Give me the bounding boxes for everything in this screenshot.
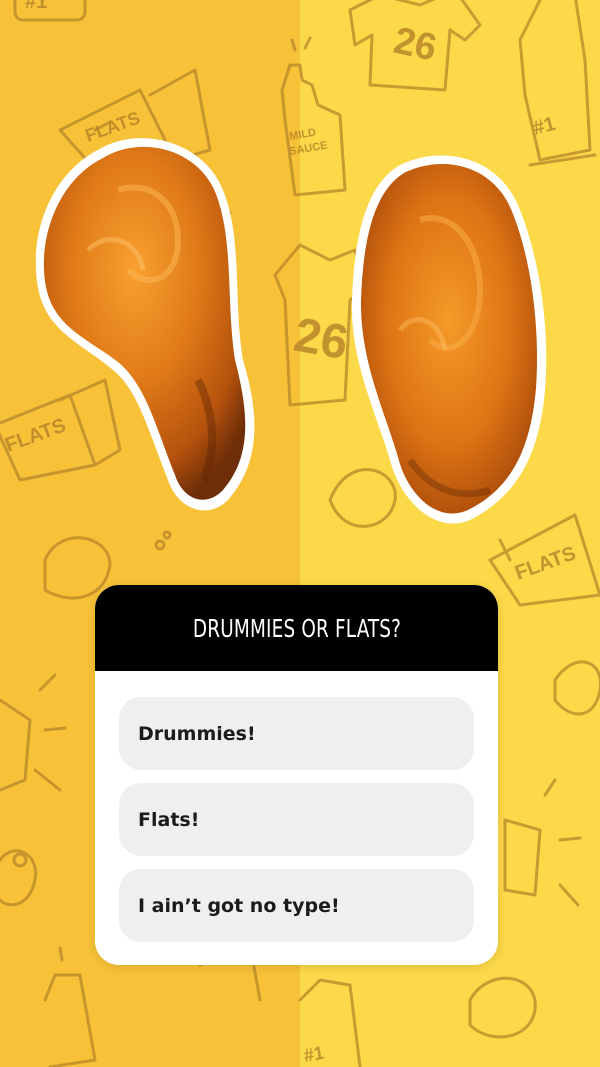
drumstick-wing-image <box>35 138 255 511</box>
svg-text:FLATS: FLATS <box>512 542 579 584</box>
svg-text:#1: #1 <box>531 113 558 140</box>
poll-option-label: Drummies! <box>138 722 256 745</box>
poll-option-drummies[interactable]: Drummies! <box>119 697 474 770</box>
poll-options: Drummies! Flats! I ain’t got no type! <box>95 671 498 942</box>
poll-question-header: DRUMMIES OR FLATS? <box>95 585 498 671</box>
poll-option-no-type[interactable]: I ain’t got no type! <box>119 869 474 942</box>
svg-text:26: 26 <box>390 20 440 70</box>
poll-card: DRUMMIES OR FLATS? Drummies! Flats! I ai… <box>95 585 498 965</box>
poll-option-label: I ain’t got no type! <box>138 894 340 917</box>
sauce-bottle-doodle <box>280 36 347 197</box>
foam-finger-doodle <box>518 0 597 167</box>
wing-doodle-right <box>553 660 600 716</box>
poll-option-label: Flats! <box>138 808 200 831</box>
svg-text:MILD: MILD <box>288 126 317 142</box>
svg-text:#1: #1 <box>302 1043 325 1066</box>
flat-wing-image <box>351 155 547 524</box>
poll-option-flats[interactable]: Flats! <box>119 783 474 856</box>
svg-text:#1: #1 <box>25 0 47 13</box>
poll-question: DRUMMIES OR FLATS? <box>192 613 401 643</box>
